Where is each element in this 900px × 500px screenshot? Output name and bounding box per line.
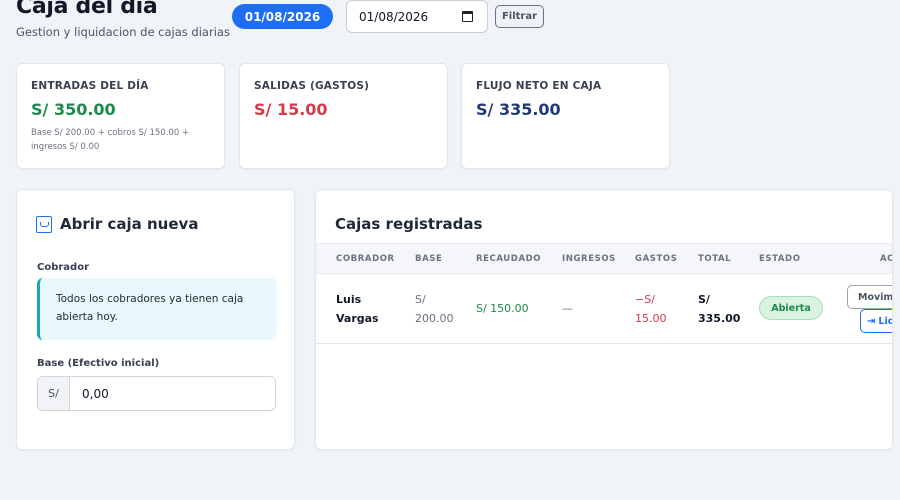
column-header: RECAUDADO: [476, 254, 542, 264]
stat-label: FLUJO NETO EN CAJA: [476, 80, 602, 92]
cell-base: S/ 200.00: [415, 293, 454, 325]
page-title: Caja del día: [16, 0, 158, 19]
open-box-title: Abrir caja nueva: [60, 215, 199, 233]
cell-ingresos: —: [562, 302, 573, 315]
info-message: Todos los cobradores ya tienen caja abie…: [37, 278, 277, 340]
login-icon: ⇥: [867, 315, 876, 327]
calendar-icon[interactable]: [462, 11, 473, 22]
column-header: INGRESOS: [562, 254, 616, 264]
status-badge: Abierta: [759, 296, 823, 320]
stat-value: S/ 350.00: [31, 100, 116, 119]
page-subtitle: Gestion y liquidacion de cajas diarias: [16, 25, 230, 39]
base-input[interactable]: S/ 0,00: [37, 376, 276, 411]
stat-label: ENTRADAS DEL DÍA: [31, 80, 149, 92]
date-input-value: 01/08/2026: [359, 9, 429, 24]
movimientos-button[interactable]: Movimientos: [847, 285, 892, 309]
cell-gastos: −S/ 15.00: [635, 293, 667, 325]
base-label: Base (Efectivo inicial): [37, 358, 160, 369]
column-header: GASTOS: [635, 254, 678, 264]
base-input-value[interactable]: 0,00: [70, 377, 275, 410]
stat-card-salidas: SALIDAS (GASTOS) S/ 15.00: [239, 63, 448, 169]
table-row: Luis Vargas S/ 200.00 S/ 150.00 — −S/ 15…: [316, 274, 892, 344]
stat-value: S/ 15.00: [254, 100, 328, 119]
liquidar-label: Liquidar: [878, 315, 892, 327]
date-badge: 01/08/2026: [232, 4, 333, 29]
stat-card-entradas: ENTRADAS DEL DÍA S/ 350.00 Base S/ 200.0…: [16, 63, 225, 169]
stat-value: S/ 335.00: [476, 100, 561, 119]
filter-button[interactable]: Filtrar: [495, 5, 544, 28]
cell-cobrador: Luis Vargas: [336, 293, 379, 325]
open-box-panel: Abrir caja nueva Cobrador Todos los cobr…: [16, 189, 295, 450]
registered-title: Cajas registradas: [335, 215, 483, 233]
liquidar-button[interactable]: ⇥ Liquidar: [860, 309, 892, 333]
column-header: COBRADOR: [336, 254, 395, 264]
date-input[interactable]: 01/08/2026: [346, 0, 488, 33]
column-header: BASE: [415, 254, 443, 264]
currency-prefix: S/: [38, 377, 70, 410]
cell-recaudado: S/ 150.00: [476, 302, 529, 315]
registered-boxes-panel: Cajas registradas COBRADOR BASE RECAUDAD…: [315, 189, 893, 450]
stat-label: SALIDAS (GASTOS): [254, 80, 370, 92]
stat-note: Base S/ 200.00 + cobros S/ 150.00 + ingr…: [31, 128, 190, 152]
stat-card-flujo-neto: FLUJO NETO EN CAJA S/ 335.00: [461, 63, 670, 169]
cash-box-icon: [36, 216, 52, 233]
cell-total: S/ 335.00: [698, 293, 741, 325]
column-header: TOTAL: [698, 254, 732, 264]
column-header: ACCIONES: [880, 254, 893, 264]
cobrador-label: Cobrador: [37, 262, 90, 273]
table-header: COBRADOR BASE RECAUDADO INGRESOS GASTOS …: [316, 243, 893, 274]
column-header: ESTADO: [759, 254, 801, 264]
